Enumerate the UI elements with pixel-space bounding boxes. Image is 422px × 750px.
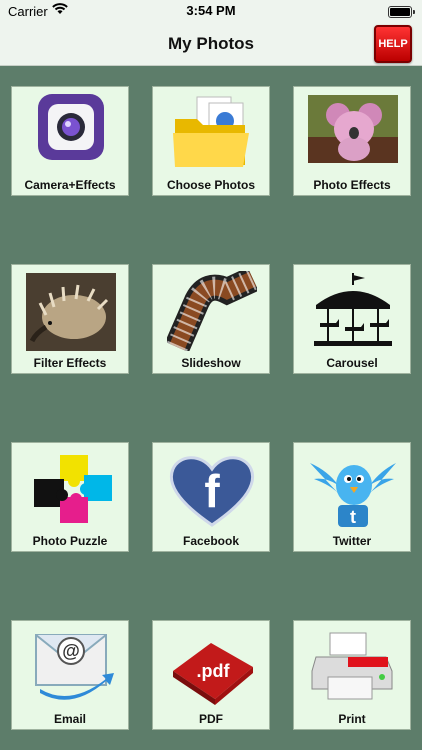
navigation-bar: My Photos HELP xyxy=(0,22,422,66)
pdf-icon: .pdf xyxy=(167,627,257,707)
tile-photo-effects[interactable]: Photo Effects xyxy=(293,86,411,196)
svg-text:t: t xyxy=(350,507,356,527)
tile-label: Facebook xyxy=(182,534,239,548)
svg-text:.pdf: .pdf xyxy=(197,661,231,681)
echidna-photo-icon xyxy=(26,271,116,351)
battery-icon xyxy=(388,6,415,18)
tile-label: Email xyxy=(53,712,86,726)
tile-label: Camera+Effects xyxy=(24,178,116,192)
tile-label: Photo Effects xyxy=(313,178,391,192)
clock: 3:54 PM xyxy=(186,3,236,18)
tile-label: Slideshow xyxy=(181,356,241,370)
tile-label: Carousel xyxy=(326,356,378,370)
tile-label: PDF xyxy=(199,712,223,726)
tile-twitter[interactable]: t Twitter xyxy=(293,442,411,552)
svg-text:@: @ xyxy=(62,641,80,661)
twitter-bird-icon: t xyxy=(308,449,398,529)
tile-choose-photos[interactable]: Choose Photos xyxy=(152,86,270,196)
tile-slideshow[interactable]: Slideshow xyxy=(152,264,270,374)
tile-label: Filter Effects xyxy=(33,356,107,370)
tile-pdf[interactable]: .pdf PDF xyxy=(152,620,270,730)
tile-label: Twitter xyxy=(332,534,372,548)
tile-email[interactable]: @ Email xyxy=(11,620,129,730)
facebook-heart-icon: f xyxy=(167,449,257,529)
camera-icon xyxy=(26,93,116,173)
tile-filter-effects[interactable]: Filter Effects xyxy=(11,264,129,374)
carousel-icon xyxy=(308,271,398,351)
page-title: My Photos xyxy=(168,34,254,53)
tile-camera-effects[interactable]: Camera+Effects xyxy=(11,86,129,196)
svg-text:f: f xyxy=(204,465,220,517)
tile-label: Choose Photos xyxy=(166,178,255,192)
tile-photo-puzzle[interactable]: Photo Puzzle xyxy=(11,442,129,552)
puzzle-icon xyxy=(26,449,116,529)
koala-photo-icon xyxy=(308,93,398,173)
tile-carousel[interactable]: Carousel xyxy=(293,264,411,374)
tile-print[interactable]: Print xyxy=(293,620,411,730)
folder-photos-icon xyxy=(167,93,257,173)
email-envelope-icon: @ xyxy=(26,627,116,707)
tile-facebook[interactable]: f Facebook xyxy=(152,442,270,552)
tile-label: Print xyxy=(338,712,366,726)
help-button[interactable]: HELP xyxy=(374,25,412,63)
film-strip-icon xyxy=(167,271,257,351)
tile-label: Photo Puzzle xyxy=(32,534,108,548)
status-bar: Carrier 3:54 PM xyxy=(0,0,422,22)
printer-icon xyxy=(308,627,398,707)
